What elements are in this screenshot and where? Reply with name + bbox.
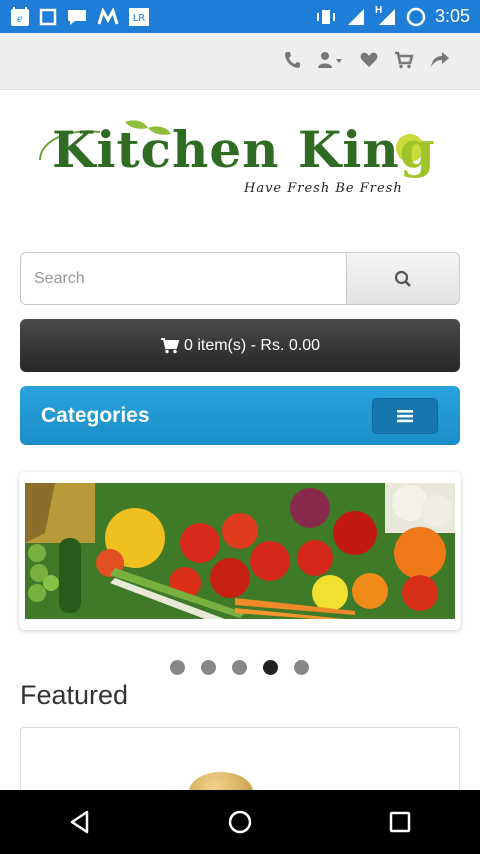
featured-heading: Featured: [20, 680, 129, 710]
logo-title-part1: Kitchen Kin: [52, 120, 400, 179]
cart-summary: 0 item(s) - Rs. 0.00: [183, 336, 321, 354]
search-button[interactable]: [347, 252, 460, 305]
svg-text:e: e: [17, 14, 23, 25]
status-left-icons: e LR: [0, 6, 150, 27]
battery-ring-icon: [406, 7, 426, 27]
cart-icon[interactable]: [394, 49, 414, 71]
system-nav-bar: [0, 790, 480, 854]
data-signal-icon: H: [374, 4, 397, 27]
categories-title: Categories: [41, 403, 150, 427]
logo-title-part2: g: [399, 120, 436, 179]
lr-icon: LR: [128, 7, 150, 27]
share-icon[interactable]: [430, 49, 450, 71]
back-button[interactable]: [50, 792, 110, 852]
heart-icon[interactable]: [360, 49, 378, 71]
search-icon: [394, 270, 411, 287]
recents-square-icon: [389, 811, 411, 833]
top-nav-icons: [284, 49, 450, 71]
vibrate-icon: [315, 7, 337, 27]
search-input[interactable]: [20, 252, 347, 305]
user-icon[interactable]: [316, 49, 344, 71]
message-icon: [66, 7, 88, 27]
slider-dot[interactable]: [170, 660, 185, 675]
banner-slider[interactable]: [19, 472, 461, 630]
home-button[interactable]: [210, 792, 270, 852]
signal-icon: [346, 7, 366, 27]
search-bar: [20, 252, 460, 305]
status-right-icons: H 3:05: [315, 4, 480, 27]
browser-icon: e: [10, 6, 30, 27]
logo-title: Kitchen King: [52, 120, 436, 179]
app-root: e LR H 3:05 Kitchen King Have Fresh Be F…: [0, 0, 480, 854]
categories-toggle-button[interactable]: [372, 398, 438, 434]
slider-dot[interactable]: [201, 660, 216, 675]
slider-dot[interactable]: [263, 660, 278, 675]
square-icon: [39, 7, 57, 27]
cart-icon: [160, 337, 180, 354]
categories-bar[interactable]: Categories: [20, 386, 460, 445]
phone-icon[interactable]: [284, 49, 300, 71]
logo-tagline: Have Fresh Be Fresh: [244, 181, 403, 196]
slider-dot[interactable]: [232, 660, 247, 675]
cart-button[interactable]: 0 item(s) - Rs. 0.00: [20, 319, 460, 372]
status-bar: e LR H 3:05: [0, 0, 480, 33]
home-circle-icon: [228, 810, 252, 834]
top-nav-bar: [0, 33, 480, 90]
back-triangle-icon: [70, 810, 89, 834]
status-time: 3:05: [434, 6, 470, 26]
featured-product-card[interactable]: [20, 727, 460, 797]
svg-text:LR: LR: [133, 13, 146, 24]
brand-logo[interactable]: Kitchen King Have Fresh Be Fresh: [30, 110, 450, 210]
recents-button[interactable]: [370, 792, 430, 852]
hamburger-icon: [397, 410, 413, 423]
vegetables-banner-image: [25, 483, 455, 619]
m-icon: [97, 7, 119, 27]
network-type-label: H: [374, 4, 383, 16]
slider-dots: [170, 660, 309, 675]
slider-dot[interactable]: [294, 660, 309, 675]
